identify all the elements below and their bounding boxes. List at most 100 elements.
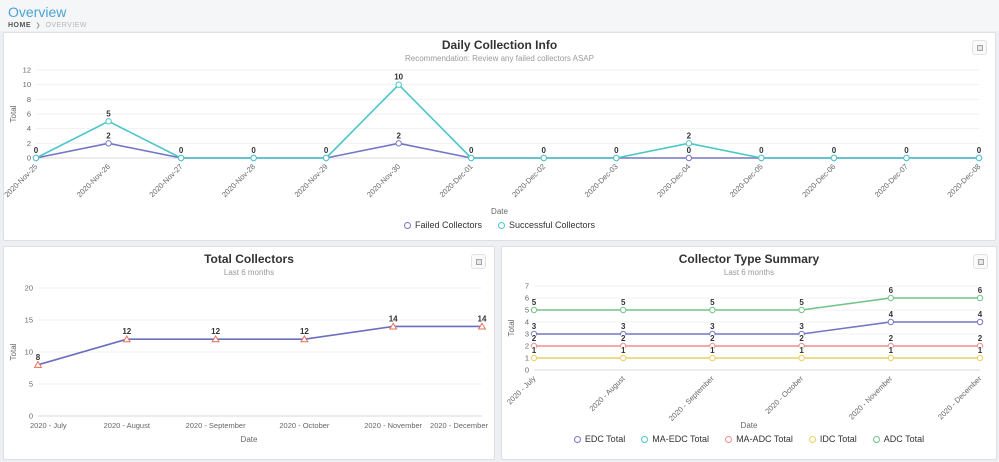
svg-text:5: 5 — [532, 298, 537, 307]
legend-item-idc-total[interactable]: IDC Total — [809, 434, 857, 444]
svg-text:0: 0 — [29, 412, 33, 421]
svg-text:2020 - September: 2020 - September — [186, 421, 247, 430]
x-axis-title: Date — [506, 420, 992, 431]
svg-text:1: 1 — [710, 346, 715, 355]
svg-text:1: 1 — [532, 346, 537, 355]
svg-text:3: 3 — [525, 330, 529, 339]
svg-text:10: 10 — [394, 73, 403, 82]
svg-text:2: 2 — [889, 334, 894, 343]
page-title: Overview — [8, 4, 991, 20]
breadcrumb-home[interactable]: HOME — [8, 22, 31, 29]
svg-text:2020-Nov-26: 2020-Nov-26 — [75, 162, 112, 199]
svg-text:2020-Dec-01: 2020-Dec-01 — [438, 162, 475, 199]
svg-text:5: 5 — [621, 298, 626, 307]
chart-menu-glyph-icon — [977, 45, 983, 51]
total-collectors-chart[interactable]: 05101520Total2020 - July2020 - August202… — [8, 278, 490, 434]
legend-marker-icon — [641, 436, 648, 443]
svg-text:6: 6 — [27, 110, 31, 119]
svg-text:12: 12 — [300, 327, 309, 336]
chart-menu-icon[interactable] — [471, 254, 486, 269]
svg-text:12: 12 — [23, 66, 31, 75]
svg-text:2020 - October: 2020 - October — [279, 421, 330, 430]
svg-text:0: 0 — [324, 146, 329, 155]
svg-text:20: 20 — [25, 284, 33, 293]
svg-text:2020-Dec-07: 2020-Dec-07 — [873, 162, 910, 199]
chart-subtitle: Last 6 months — [8, 267, 490, 278]
svg-text:6: 6 — [889, 286, 894, 295]
svg-text:5: 5 — [106, 109, 111, 118]
svg-text:2020-Nov-28: 2020-Nov-28 — [220, 162, 257, 199]
svg-text:2: 2 — [525, 342, 529, 351]
chart-menu-glyph-icon — [476, 259, 482, 265]
svg-text:2020 - December: 2020 - December — [430, 421, 488, 430]
svg-text:3: 3 — [710, 322, 715, 331]
legend-item-ma-edc-total[interactable]: MA-EDC Total — [641, 434, 709, 444]
svg-text:2: 2 — [710, 334, 715, 343]
svg-text:2020-Dec-08: 2020-Dec-08 — [945, 162, 982, 199]
svg-text:0: 0 — [179, 146, 184, 155]
svg-text:2020-Dec-04: 2020-Dec-04 — [655, 162, 692, 199]
svg-text:0: 0 — [977, 146, 982, 155]
x-axis-title: Date — [8, 434, 490, 445]
svg-text:2020-Nov-29: 2020-Nov-29 — [293, 162, 330, 199]
legend-label: Successful Collectors — [509, 220, 595, 230]
svg-text:2020-Nov-27: 2020-Nov-27 — [147, 162, 184, 199]
svg-text:12: 12 — [122, 327, 131, 336]
chart-menu-icon[interactable] — [972, 40, 987, 55]
svg-text:2020 - November: 2020 - November — [847, 374, 895, 422]
legend-label: IDC Total — [820, 434, 857, 444]
legend-marker-icon — [574, 436, 581, 443]
chart-title: Total Collectors — [8, 252, 490, 267]
svg-text:5: 5 — [710, 298, 715, 307]
svg-text:2: 2 — [532, 334, 537, 343]
svg-text:5: 5 — [525, 306, 529, 315]
svg-text:0: 0 — [759, 146, 764, 155]
svg-text:2020-Dec-05: 2020-Dec-05 — [728, 162, 765, 199]
svg-text:2020 - July: 2020 - July — [30, 421, 67, 430]
chart-title: Daily Collection Info — [8, 38, 991, 53]
legend-item-successful-collectors[interactable]: Successful Collectors — [498, 220, 595, 230]
chart-menu-icon[interactable] — [973, 254, 988, 269]
daily-collection-legend: Failed Collectors Successful Collectors — [8, 220, 991, 230]
svg-text:2020 - August: 2020 - August — [104, 421, 151, 430]
svg-text:2: 2 — [799, 334, 804, 343]
svg-text:5: 5 — [799, 298, 804, 307]
chart-subtitle: Last 6 months — [506, 267, 992, 278]
svg-text:2: 2 — [621, 334, 626, 343]
svg-text:0: 0 — [904, 146, 909, 155]
svg-text:2020-Nov-30: 2020-Nov-30 — [365, 162, 402, 199]
breadcrumb: HOME ❯ OVERVIEW — [8, 22, 991, 29]
svg-text:8: 8 — [27, 95, 31, 104]
legend-item-edc-total[interactable]: EDC Total — [574, 434, 625, 444]
svg-text:0: 0 — [614, 146, 619, 155]
svg-text:7: 7 — [525, 282, 529, 291]
legend-item-ma-adc-total[interactable]: MA-ADC Total — [725, 434, 793, 444]
legend-item-adc-total[interactable]: ADC Total — [873, 434, 924, 444]
svg-text:4: 4 — [889, 310, 894, 319]
svg-text:2020-Nov-25: 2020-Nov-25 — [2, 162, 39, 199]
svg-text:15: 15 — [25, 316, 33, 325]
svg-text:1: 1 — [978, 346, 983, 355]
svg-text:0: 0 — [34, 146, 39, 155]
svg-text:3: 3 — [532, 322, 537, 331]
svg-text:2: 2 — [396, 131, 401, 140]
svg-text:2020 - July: 2020 - July — [505, 374, 537, 406]
daily-collection-chart[interactable]: 024681012Total2020-Nov-252020-Nov-262020… — [8, 64, 991, 206]
legend-item-failed-collectors[interactable]: Failed Collectors — [404, 220, 482, 230]
svg-text:Total: Total — [9, 343, 18, 360]
legend-marker-icon — [404, 222, 411, 229]
svg-text:6: 6 — [978, 286, 983, 295]
legend-marker-icon — [725, 436, 732, 443]
svg-text:3: 3 — [621, 322, 626, 331]
svg-text:8: 8 — [36, 353, 41, 362]
svg-text:1: 1 — [525, 354, 529, 363]
svg-text:2020-Dec-06: 2020-Dec-06 — [800, 162, 837, 199]
panel-total-collectors: Total Collectors Last 6 months 05101520T… — [3, 246, 495, 460]
svg-text:2020 - August: 2020 - August — [588, 373, 628, 413]
svg-text:0: 0 — [832, 146, 837, 155]
collector-type-summary-chart[interactable]: 01234567Total2020 - July2020 - August202… — [506, 278, 992, 420]
svg-text:0: 0 — [27, 154, 31, 163]
svg-text:0: 0 — [542, 146, 547, 155]
svg-text:4: 4 — [27, 124, 31, 133]
svg-text:Total: Total — [9, 105, 18, 122]
